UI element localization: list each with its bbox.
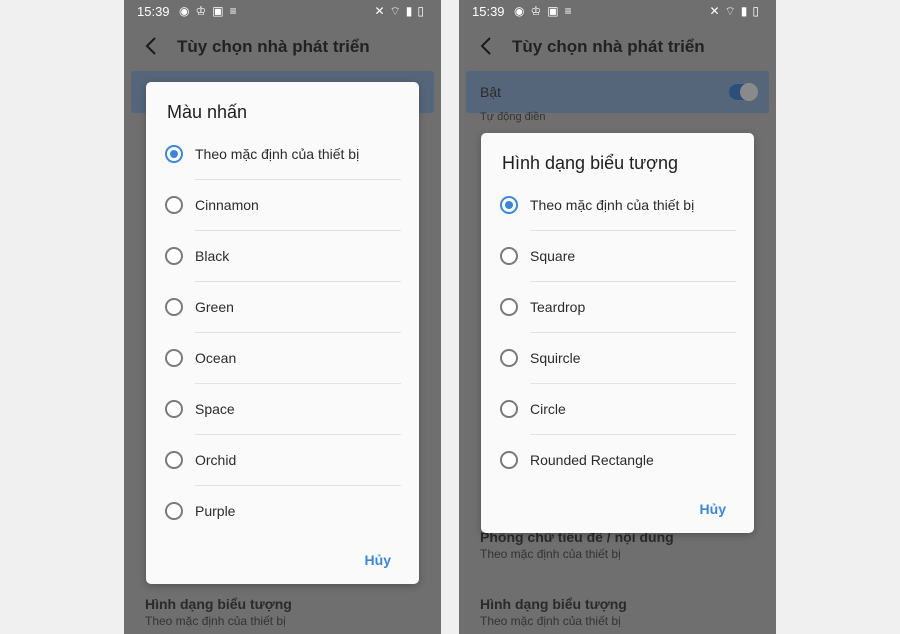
wifi-icon: ⌔ [724, 4, 741, 18]
menu-icon: ≡ [229, 4, 243, 18]
radio-checked-icon[interactable] [165, 145, 183, 163]
status-system-icons: ✕⌔▮▯ [709, 4, 764, 19]
status-time: 15:39 [137, 4, 170, 19]
radio-unchecked-icon[interactable] [500, 451, 518, 469]
cancel-button[interactable]: Hủy [700, 501, 726, 517]
option-label: Square [530, 248, 576, 264]
option-label: Circle [530, 401, 566, 417]
background-setting-icon-shape: Hình dạng biểu tượng Theo mặc định của t… [480, 596, 766, 628]
app-notification-icon: ♔ [195, 4, 213, 18]
option-square[interactable]: Square [481, 231, 754, 282]
toggle-knob [740, 83, 758, 101]
radio-unchecked-icon[interactable] [165, 502, 183, 520]
radio-unchecked-icon[interactable] [165, 400, 183, 418]
option-label: Space [195, 401, 235, 417]
back-arrow-icon[interactable] [477, 35, 497, 57]
image-icon: ▣ [212, 4, 230, 18]
radio-unchecked-icon[interactable] [165, 298, 183, 316]
radio-unchecked-icon[interactable] [165, 451, 183, 469]
radio-unchecked-icon[interactable] [500, 400, 518, 418]
option-ocean[interactable]: Ocean [146, 333, 419, 384]
dialog-title: Màu nhấn [167, 102, 248, 122]
radio-unchecked-icon[interactable] [500, 247, 518, 265]
option-label: Purple [195, 503, 236, 519]
option-cinnamon[interactable]: Cinnamon [146, 180, 419, 231]
option-label: Cinnamon [195, 197, 259, 213]
setting-title: Hình dạng biểu tượng [480, 596, 627, 612]
setting-subtitle: Theo mặc định của thiết bị [145, 614, 286, 628]
autofill-toggle[interactable] [729, 83, 758, 101]
toggle-label: Bật [480, 84, 502, 100]
option-squircle[interactable]: Squircle [481, 333, 754, 384]
option-rounded-rectangle[interactable]: Rounded Rectangle [481, 435, 754, 486]
setting-subtitle: Theo mặc định của thiết bị [480, 614, 621, 628]
option-label: Squircle [530, 350, 581, 366]
dialog-title: Hình dạng biểu tượng [502, 153, 678, 173]
autofill-subtitle: Tự động điền [480, 111, 546, 123]
option-black[interactable]: Black [146, 231, 419, 282]
radio-unchecked-icon[interactable] [500, 298, 518, 316]
status-bar: 15:39 ◉♔▣≡ ✕⌔▮▯ [459, 0, 776, 24]
phone-screen-accent-color: 15:39 ◉♔▣≡ ✕⌔▮▯ Tùy chọn nhà phát triển … [124, 0, 441, 634]
status-notification-icons: ◉♔▣≡ [514, 4, 578, 18]
cancel-button[interactable]: Hủy [365, 552, 391, 568]
option-device-default[interactable]: Theo mặc định của thiết bị [146, 129, 419, 180]
page-title: Tùy chọn nhà phát triển [177, 37, 370, 56]
status-time: 15:39 [472, 4, 505, 19]
status-notification-icons: ◉♔▣≡ [179, 4, 243, 18]
phone-screen-icon-shape: 15:39 ◉♔▣≡ ✕⌔▮▯ Tùy chọn nhà phát triển … [459, 0, 776, 634]
image-icon: ▣ [547, 4, 565, 18]
menu-icon: ≡ [564, 4, 578, 18]
radio-unchecked-icon[interactable] [500, 349, 518, 367]
accent-color-dialog: Màu nhấn Theo mặc định của thiết bị Cinn… [146, 82, 419, 584]
battery-icon: ▯ [752, 4, 764, 18]
option-label: Theo mặc định của thiết bị [530, 197, 695, 213]
icon-shape-dialog: Hình dạng biểu tượng Theo mặc định của t… [481, 133, 754, 533]
status-system-icons: ✕⌔▮▯ [374, 4, 429, 19]
option-label: Orchid [195, 452, 237, 468]
option-purple[interactable]: Purple [146, 486, 419, 537]
option-circle[interactable]: Circle [481, 384, 754, 435]
option-teardrop[interactable]: Teardrop [481, 282, 754, 333]
option-orchid[interactable]: Orchid [146, 435, 419, 486]
option-label: Green [195, 299, 234, 315]
app-notification-icon: ♔ [530, 4, 548, 18]
radio-unchecked-icon[interactable] [165, 247, 183, 265]
option-label: Ocean [195, 350, 237, 366]
setting-subtitle: Theo mặc định của thiết bị [480, 547, 621, 561]
radio-unchecked-icon[interactable] [165, 349, 183, 367]
mute-icon: ✕ [374, 4, 390, 18]
autofill-toggle-row[interactable]: Bật [466, 71, 769, 113]
app-bar: Tùy chọn nhà phát triển [459, 24, 776, 70]
option-label: Black [195, 248, 230, 264]
messenger-icon: ◉ [514, 4, 531, 18]
status-bar: 15:39 ◉♔▣≡ ✕⌔▮▯ [124, 0, 441, 24]
background-setting-icon-shape: Hình dạng biểu tượng Theo mặc định của t… [145, 596, 431, 628]
option-label: Rounded Rectangle [530, 452, 654, 468]
battery-icon: ▯ [417, 4, 429, 18]
wifi-icon: ⌔ [389, 4, 406, 18]
radio-checked-icon[interactable] [500, 196, 518, 214]
messenger-icon: ◉ [179, 4, 196, 18]
app-bar: Tùy chọn nhà phát triển [124, 24, 441, 70]
setting-title: Hình dạng biểu tượng [145, 596, 292, 612]
option-label: Teardrop [530, 299, 586, 315]
signal-icon: ▮ [405, 4, 418, 18]
background-setting-font: Phông chữ tiêu đề / nội dung Theo mặc đị… [480, 529, 766, 561]
option-device-default[interactable]: Theo mặc định của thiết bị [481, 180, 754, 231]
signal-icon: ▮ [740, 4, 753, 18]
option-label: Theo mặc định của thiết bị [195, 146, 360, 162]
page-title: Tùy chọn nhà phát triển [512, 37, 705, 56]
option-green[interactable]: Green [146, 282, 419, 333]
back-arrow-icon[interactable] [142, 35, 162, 57]
option-space[interactable]: Space [146, 384, 419, 435]
radio-unchecked-icon[interactable] [165, 196, 183, 214]
mute-icon: ✕ [709, 4, 725, 18]
